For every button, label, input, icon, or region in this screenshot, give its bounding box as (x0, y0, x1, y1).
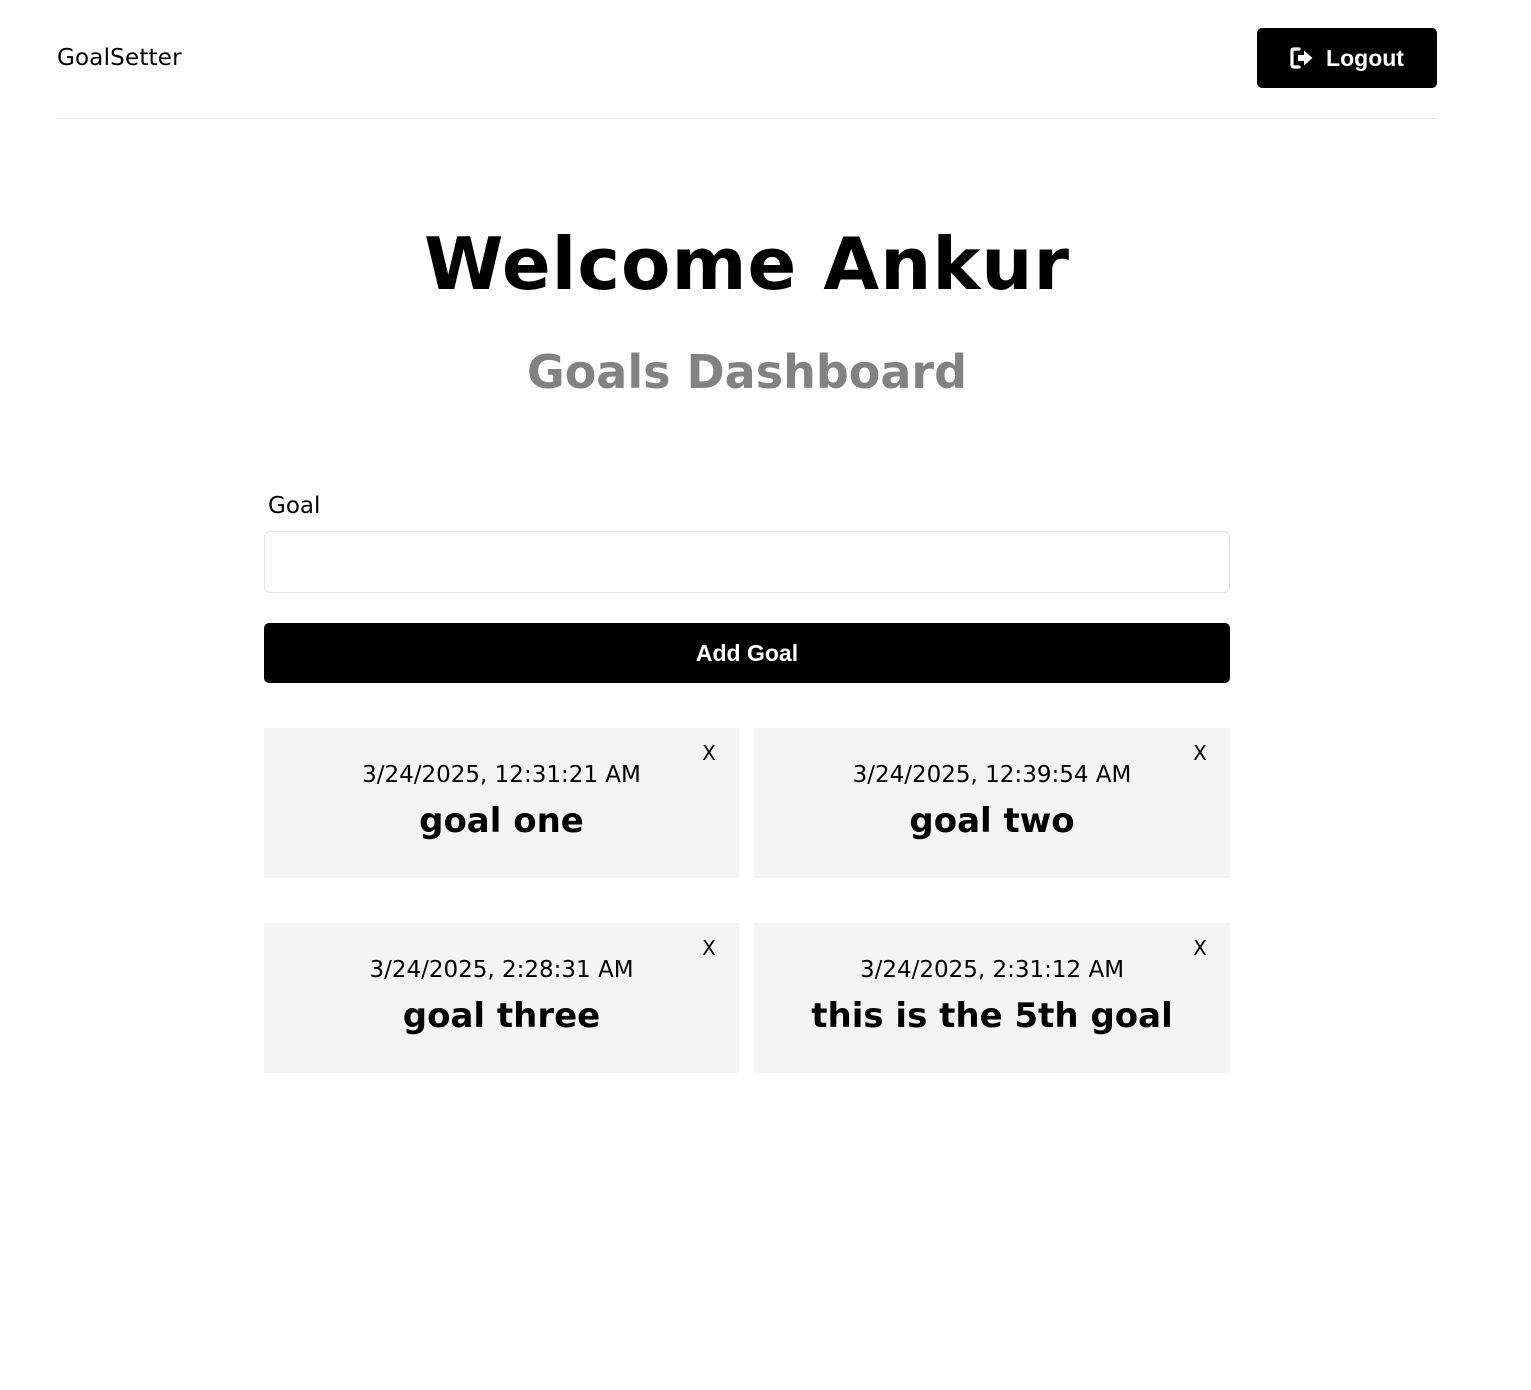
goal-text: goal two (909, 801, 1075, 841)
goal-text: goal three (402, 996, 601, 1036)
goal-text: goal one (419, 801, 584, 841)
logout-label: Logout (1326, 44, 1404, 71)
goal-date: 3/24/2025, 12:39:54 AM (852, 762, 1132, 788)
goal-card: 3/24/2025, 12:31:21 AM goal one X (264, 728, 739, 878)
logout-button[interactable]: Logout (1257, 28, 1437, 88)
delete-goal-button[interactable]: X (697, 740, 721, 766)
page-subtitle: Goals Dashboard (526, 345, 968, 399)
sign-out-icon (1290, 47, 1314, 69)
delete-goal-button[interactable]: X (1188, 740, 1212, 766)
goal-card: 3/24/2025, 12:39:54 AM goal two X (754, 728, 1230, 878)
goal-date: 3/24/2025, 12:31:21 AM (362, 762, 641, 788)
goals-list: 3/24/2025, 12:31:21 AM goal one X 3/24/2… (264, 728, 1230, 1073)
goal-card: 3/24/2025, 2:31:12 AM this is the 5th go… (754, 923, 1230, 1073)
delete-goal-button[interactable]: X (1188, 935, 1212, 961)
app-logo[interactable]: GoalSetter (57, 44, 182, 72)
add-goal-button[interactable]: Add Goal (264, 623, 1230, 683)
goal-label: Goal (268, 493, 321, 519)
goal-text: this is the 5th goal (811, 996, 1173, 1036)
goal-date: 3/24/2025, 2:28:31 AM (369, 957, 634, 983)
delete-goal-button[interactable]: X (697, 935, 721, 961)
page-title: Welcome Ankur (423, 222, 1071, 306)
goal-card: 3/24/2025, 2:28:31 AM goal three X (264, 923, 739, 1073)
goal-date: 3/24/2025, 2:31:12 AM (859, 957, 1125, 983)
goal-input[interactable] (264, 531, 1230, 593)
header: GoalSetter Logout (57, 0, 1437, 119)
